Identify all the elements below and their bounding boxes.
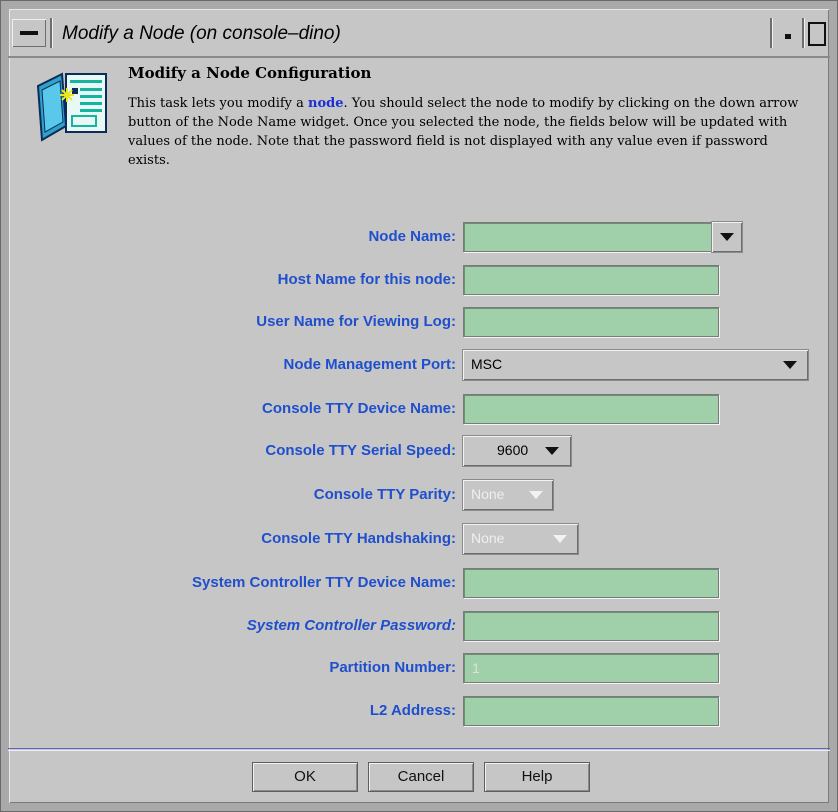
row-l2-address: L2 Address: [0,696,838,728]
partition-number-input: 1 [463,653,719,683]
console-tty-parity-label: Console TTY Parity: [313,486,456,503]
window-title: Modify a Node (on console–dino) [62,23,341,44]
console-tty-device-label: Console TTY Device Name: [262,400,456,417]
host-name-label: Host Name for this node: [277,271,456,288]
user-name-input[interactable] [463,307,719,337]
help-button[interactable]: Help [484,762,590,792]
console-tty-speed-select[interactable]: 9600 [463,436,571,466]
node-name-input[interactable] [463,222,713,252]
chevron-down-icon [720,233,734,241]
l2-address-label: L2 Address: [369,702,456,719]
cancel-button[interactable]: Cancel [368,762,474,792]
sys-ctrl-password-label: System Controller Password: [246,617,456,634]
menu-bar-icon [20,31,38,35]
title-separator [50,18,52,48]
partition-number-label: Partition Number: [329,659,456,676]
dialog-heading: Modify a Node Configuration [128,64,372,82]
node-config-icon [36,72,107,142]
row-console-tty-handshaking: Console TTY Handshaking: None [0,524,838,556]
mgmt-port-value: MSC [471,356,503,372]
maximize-button[interactable] [804,19,830,47]
console-tty-handshaking-select: None [463,524,578,554]
host-name-input[interactable] [463,265,719,295]
divider [8,56,830,58]
sys-ctrl-tty-device-label: System Controller TTY Device Name: [192,574,456,591]
minimize-icon [785,34,791,39]
node-name-label: Node Name: [368,228,456,245]
node-name-dropdown-button[interactable] [712,222,742,252]
dialog-description: This task lets you modify a node. You sh… [128,94,808,170]
console-tty-handshaking-value: None [471,530,505,546]
row-console-tty-parity: Console TTY Parity: None [0,480,838,512]
sys-ctrl-tty-device-input[interactable] [463,568,719,598]
l2-address-input[interactable] [463,696,719,726]
row-console-tty-device: Console TTY Device Name: [0,394,838,426]
row-sys-ctrl-password: System Controller Password: [0,611,838,643]
row-host-name: Host Name for this node: [0,265,838,297]
row-node-name: Node Name: [0,222,838,254]
row-sys-ctrl-tty-device: System Controller TTY Device Name: [0,568,838,600]
chevron-down-icon [783,361,797,369]
ok-button[interactable]: OK [252,762,358,792]
title-separator [770,18,772,48]
row-mgmt-port: Node Management Port: MSC [0,350,838,382]
window-menu-button[interactable] [12,19,46,47]
row-user-name: User Name for Viewing Log: [0,307,838,339]
chevron-down-icon [553,535,567,543]
console-tty-parity-select: None [463,480,553,510]
console-tty-parity-value: None [471,486,505,502]
user-name-label: User Name for Viewing Log: [256,313,456,330]
row-console-tty-speed: Console TTY Serial Speed: 9600 [0,436,838,468]
node-link[interactable]: node [308,96,343,111]
console-tty-handshaking-label: Console TTY Handshaking: [261,530,456,547]
chevron-down-icon [545,447,559,455]
console-tty-speed-label: Console TTY Serial Speed: [265,442,456,459]
mgmt-port-label: Node Management Port: [283,356,456,373]
console-tty-speed-value: 9600 [497,442,529,458]
minimize-button[interactable] [774,19,802,47]
row-partition-number: Partition Number: 1 [0,653,838,685]
chevron-down-icon [529,491,543,499]
description-text: This task lets you modify a [128,96,309,111]
sys-ctrl-password-input[interactable] [463,611,719,641]
maximize-icon [808,22,826,46]
mgmt-port-select[interactable]: MSC [463,350,808,380]
divider [8,748,830,749]
console-tty-device-input[interactable] [463,394,719,424]
divider [8,750,830,751]
